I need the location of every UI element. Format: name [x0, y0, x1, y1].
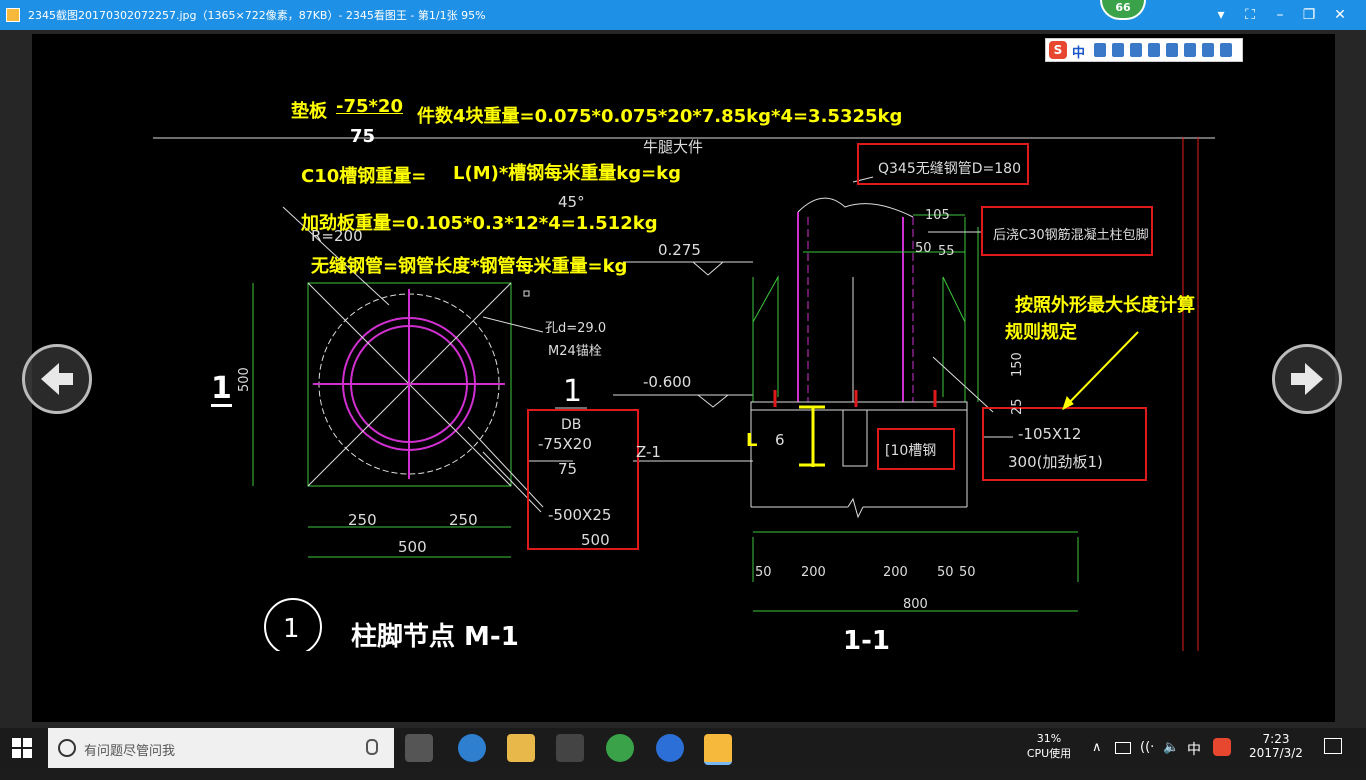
browser-2345-icon[interactable]: [458, 734, 486, 762]
skin-icon[interactable]: [1184, 43, 1196, 57]
annot-stiffener: 加劲板重量=0.105*0.3*12*4=1.512kg: [301, 213, 658, 234]
close-button[interactable]: ✕: [1328, 4, 1352, 26]
annot-channel-label: C10槽钢重量=: [301, 166, 427, 187]
cad-z1: Z-1: [636, 443, 661, 461]
taskbar: 有问题尽管问我 31% CPU使用 ∧ ((· 🔈 中 7:23 2017/3/…: [0, 728, 1366, 768]
cad-dim-500-v: 500: [237, 367, 252, 392]
cad-b50a: 50: [755, 565, 772, 580]
cad-db: DB: [561, 417, 581, 433]
keyboard-icon[interactable]: [1148, 43, 1160, 57]
annot-rule-line2: 规则规定: [1005, 322, 1077, 343]
arrow-right-icon: [1291, 363, 1323, 395]
cad-node-title: 柱脚节点 M-1: [351, 621, 519, 651]
cad-dim-250b: 250: [449, 511, 478, 529]
punctuation-icon[interactable]: [1112, 43, 1124, 57]
shirt-icon[interactable]: [1202, 43, 1214, 57]
cad-db-75: 75: [558, 460, 577, 478]
cad-anchor: M24锚栓: [548, 344, 602, 359]
menu-dropdown-icon[interactable]: ▾: [1209, 4, 1233, 26]
volume-icon[interactable]: 🔈: [1163, 740, 1179, 780]
battery-icon[interactable]: [1115, 742, 1131, 754]
annot-pad-weight: 件数4块重量=0.075*0.075*20*7.85kg*4=3.5325kg: [417, 106, 903, 127]
cad-b50c: 50: [959, 565, 976, 580]
fullscreen-icon[interactable]: ⛶: [1238, 4, 1262, 26]
moon-icon[interactable]: [1094, 43, 1106, 57]
cpu-widget[interactable]: 31% CPU使用: [1025, 732, 1073, 772]
performance-badge[interactable]: 66: [1100, 0, 1146, 20]
store-icon[interactable]: [556, 734, 584, 762]
cad-db-plate: -75X20: [538, 435, 592, 453]
clock[interactable]: 7:23 2017/3/2: [1248, 732, 1304, 772]
cad-dim-250a: 250: [348, 511, 377, 529]
wifi-icon[interactable]: ((·: [1140, 740, 1154, 780]
previous-image-button[interactable]: [22, 344, 92, 414]
annot-pad-fraction-bottom: 75: [350, 126, 376, 147]
annot-L-mark: L: [746, 430, 758, 451]
window-title: 2345截图20170302072257.jpg（1365×722像素，87KB…: [28, 9, 486, 22]
cad-text-top: 牛腿大件: [643, 138, 703, 156]
cad-b200a: 200: [801, 565, 826, 580]
cpu-label: CPU使用: [1026, 747, 1072, 760]
arrow-left-icon: [41, 363, 73, 395]
cad-base-500: 500: [581, 531, 610, 549]
cad-d105: 105: [925, 208, 950, 223]
app-blue-icon[interactable]: [656, 734, 684, 762]
sogou-logo-icon[interactable]: S: [1049, 41, 1067, 59]
cad-section-marker: 1: [211, 371, 232, 407]
cad-d6: 6: [775, 431, 785, 449]
cad-dim-500-h: 500: [398, 538, 427, 556]
cad-circle-no: 1: [283, 614, 300, 644]
image-viewer-task-icon[interactable]: [704, 734, 732, 765]
cad-hole: 孔d=29.0: [545, 321, 606, 336]
annot-rule-line1: 按照外形最大长度计算: [1015, 295, 1195, 316]
cad-d150: 150: [1010, 352, 1025, 377]
cad-elev-top: 0.275: [658, 241, 701, 259]
ime-toolbar[interactable]: S 中: [1045, 38, 1243, 62]
cpu-percent: 31%: [1036, 732, 1062, 745]
ime-tray[interactable]: 中: [1187, 739, 1201, 779]
tray-chevron-icon[interactable]: ∧: [1092, 740, 1102, 780]
cad-section-1: 1: [563, 374, 582, 409]
search-placeholder[interactable]: 有问题尽管问我: [84, 740, 175, 759]
cortana-icon[interactable]: [58, 739, 76, 757]
cad-d50: 50: [915, 241, 932, 256]
maximize-button[interactable]: ❐: [1297, 4, 1321, 26]
cad-d55: 55: [938, 244, 955, 259]
cad-channel-box: [10槽钢: [885, 443, 936, 459]
app-icon: [6, 8, 20, 22]
notification-icon[interactable]: [1324, 738, 1342, 754]
ime-mode[interactable]: 中: [1072, 42, 1085, 61]
microphone-icon[interactable]: [366, 739, 378, 755]
annot-channel-formula: L(M)*槽钢每米重量kg=kg: [453, 163, 682, 184]
app-green-icon[interactable]: [606, 734, 634, 762]
task-view-icon[interactable]: [405, 734, 433, 762]
cad-stiff-name: 300(加劲板1): [1008, 453, 1103, 471]
clock-time: 7:23: [1262, 732, 1290, 746]
cad-b200b: 200: [883, 565, 908, 580]
file-explorer-icon[interactable]: [507, 734, 535, 762]
clock-date: 2017/3/2: [1249, 746, 1303, 760]
wrench-icon[interactable]: [1220, 43, 1232, 57]
cad-base-plate: -500X25: [548, 506, 611, 524]
sogou-tray-icon[interactable]: [1213, 738, 1231, 756]
cad-stiff-spec: -105X12: [1018, 425, 1081, 443]
cad-concrete: 后浇C30钢筋混凝土柱包脚: [993, 227, 1149, 243]
cad-pipe-spec: Q345无缝钢管D=180: [878, 161, 1021, 177]
taskbar-search[interactable]: 有问题尽管问我: [48, 728, 394, 768]
cad-b50b: 50: [937, 565, 954, 580]
cad-b800: 800: [903, 597, 928, 612]
cad-d25: 25: [1010, 398, 1025, 415]
title-bar: 2345截图20170302072257.jpg（1365×722像素，87KB…: [0, 0, 1366, 30]
minimize-button[interactable]: –: [1268, 4, 1292, 26]
windows-start-icon[interactable]: [12, 738, 32, 758]
annot-pad-label: 垫板: [291, 101, 327, 122]
next-image-button[interactable]: [1272, 344, 1342, 414]
voice-icon[interactable]: [1130, 43, 1142, 57]
cad-elev-neg: -0.600: [643, 373, 691, 391]
tools-icon[interactable]: [1166, 43, 1178, 57]
annot-pipe: 无缝钢管=钢管长度*钢管每米重量=kg: [311, 256, 628, 277]
annot-pad-fraction-top: -75*20: [336, 96, 403, 117]
cad-section-title: 1-1: [843, 626, 890, 651]
